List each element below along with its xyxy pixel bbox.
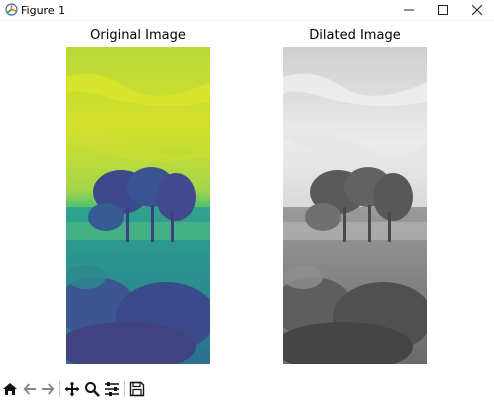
zoom-icon bbox=[85, 382, 100, 397]
close-icon bbox=[472, 5, 482, 15]
back-button[interactable] bbox=[20, 379, 40, 399]
dilated-image-title: Dilated Image bbox=[309, 28, 401, 43]
back-arrow-icon bbox=[23, 383, 36, 395]
save-icon bbox=[129, 381, 145, 397]
zoom-button[interactable] bbox=[82, 379, 102, 399]
maximize-icon bbox=[438, 5, 448, 15]
close-button[interactable] bbox=[460, 0, 494, 20]
pan-button[interactable] bbox=[62, 379, 82, 399]
configure-subplots-icon bbox=[105, 382, 119, 396]
minimize-icon bbox=[404, 9, 414, 11]
window-title: Figure 1 bbox=[21, 4, 66, 17]
original-image-title: Original Image bbox=[90, 28, 186, 43]
window-titlebar: Figure 1 bbox=[0, 0, 494, 21]
original-image-panel bbox=[66, 47, 210, 364]
maximize-button[interactable] bbox=[426, 0, 460, 20]
pan-icon bbox=[64, 381, 80, 397]
toolbar-separator bbox=[124, 381, 125, 397]
save-button[interactable] bbox=[127, 379, 147, 399]
forward-button[interactable] bbox=[38, 379, 58, 399]
configure-subplots-button[interactable] bbox=[102, 379, 122, 399]
figure-app-icon bbox=[5, 3, 18, 16]
minimize-button[interactable] bbox=[392, 0, 426, 20]
home-button[interactable] bbox=[0, 379, 20, 399]
forward-arrow-icon bbox=[42, 383, 55, 395]
dilated-image-panel bbox=[283, 47, 427, 364]
home-icon bbox=[3, 383, 17, 395]
toolbar-separator bbox=[59, 381, 60, 397]
navigation-toolbar bbox=[0, 377, 494, 400]
